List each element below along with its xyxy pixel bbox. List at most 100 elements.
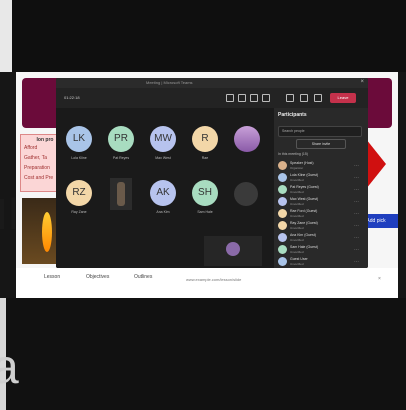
participant-status: Unverified [290,178,304,182]
meeting-toolbar: 01:22:18 Leave [56,88,368,108]
slide-box-line: Gather, Ta [24,155,47,161]
footer-close-icon[interactable]: × [378,276,381,282]
participant-tile[interactable] [230,122,264,166]
participant-avatar [278,185,287,194]
avatar: PR [108,126,134,152]
background-text-bottom: a [0,341,19,394]
meeting-timer: 01:22:18 [64,95,80,100]
participant-name: Speaker (Host) [290,161,314,165]
avatar: AK [150,180,176,206]
participant-name: Guest User [290,257,308,261]
participants-panel: Participants Search people Share invite … [274,108,368,268]
avatar: LK [66,126,92,152]
share-invite-button[interactable]: Share invite [296,139,346,149]
participant-avatar [278,161,287,170]
teams-meeting-window: Meeting | Microsoft Teams × 01:22:18 Lea… [56,78,368,268]
participant-tile[interactable]: MW Max West [146,122,180,166]
participant-name: Ray Zane (Guest) [290,221,318,225]
participant-status: Organizer [290,166,304,170]
slide-box-line: Afford [24,145,38,151]
photo-frame-top [0,0,406,72]
window-titlebar: Meeting | Microsoft Teams × [56,78,368,88]
panel-title: Participants [278,112,307,118]
participant-status: Unverified [290,190,304,194]
footer-link-objectives[interactable]: Objectives [86,274,109,280]
window-title: Meeting | Microsoft Teams [146,80,193,85]
more-options-icon[interactable]: ⋯ [354,211,359,217]
more-options-icon[interactable]: ⋯ [354,235,359,241]
more-options-icon[interactable]: ⋯ [354,163,359,169]
avatar: SH [192,180,218,206]
participant-row[interactable]: Guest User Unverified ⋯ [278,256,364,268]
participant-tile[interactable]: AK Ana Kim [146,176,180,220]
footer-url: www.example.com/lesson/slide [186,277,242,282]
participant-search-input[interactable]: Search people [278,126,362,137]
participant-tile[interactable]: R Rae [188,122,222,166]
participant-name: Max West (Guest) [290,197,319,201]
slide-footer: Lesson Objectives Outlines www.example.c… [16,268,398,298]
footer-link-lesson[interactable]: Lesson [44,274,60,280]
in-meeting-header[interactable]: In this meeting (15) [278,152,308,156]
camera-icon[interactable] [286,94,294,102]
participant-status: Unverified [290,226,304,230]
slide-box-line: Preparation [24,165,50,171]
participant-name: Max West [155,156,171,160]
participant-name: Pat Reyes (Guest) [290,185,319,189]
leave-button[interactable]: Leave [330,93,356,103]
microphone-icon[interactable] [300,94,308,102]
participant-avatar [278,233,287,242]
participant-name: Ana Kim (Guest) [290,233,316,237]
window-close-icon[interactable]: × [360,79,364,85]
participant-tile[interactable]: RZ Ray Zane [62,176,96,220]
slide-box-line: Cost and Pre [24,175,54,181]
participant-name: Ray Zane [71,210,87,214]
raise-hand-icon[interactable] [250,94,258,102]
participant-avatar [278,221,287,230]
self-view [204,236,262,266]
more-options-icon[interactable]: ⋯ [354,247,359,253]
participant-tile[interactable]: SH Sam Hale [188,176,222,220]
participant-status: Unverified [290,238,304,242]
person-video [117,182,125,206]
more-participants-button[interactable] [234,182,258,206]
video-grid: LK Lola Kline PR Pat Reyes MW Max West R… [56,108,274,268]
participant-status: Unverified [290,214,304,218]
more-options-icon[interactable]: ⋯ [354,175,359,181]
avatar: RZ [66,180,92,206]
self-avatar [226,242,240,256]
more-options-icon[interactable]: ⋯ [354,187,359,193]
participant-tile[interactable]: LK Lola Kline [62,122,96,166]
search-placeholder: Search people [282,129,305,133]
avatar: MW [150,126,176,152]
flame-image [42,212,52,252]
reactions-icon[interactable] [262,94,270,102]
footer-link-outlines[interactable]: Outlines [134,274,152,280]
participant-name: Rae Ford (Guest) [290,209,318,213]
more-options-icon[interactable]: ⋯ [354,199,359,205]
participant-name: Ana Kim [156,210,170,214]
participant-avatar [278,173,287,182]
participant-name: Sam Hale (Guest) [290,245,319,249]
more-options-icon[interactable]: ⋯ [354,259,359,265]
participant-status: Unverified [290,262,304,266]
participant-name: Rae [201,156,209,160]
participant-video-tile[interactable] [110,178,132,210]
avatar-photo [234,126,260,152]
avatar: R [192,126,218,152]
participant-name: Lola Kline (Guest) [290,173,319,177]
photo-frame-bottom [0,298,406,410]
participant-avatar [278,257,287,266]
participant-status: Unverified [290,202,304,206]
people-icon[interactable] [238,94,246,102]
more-options-icon[interactable]: ⋯ [354,223,359,229]
participant-avatar [278,245,287,254]
participant-name: Lola Kline [71,156,87,160]
participant-name: Pat Reyes [112,156,130,160]
participant-avatar [278,209,287,218]
share-icon[interactable] [314,94,322,102]
participant-name: Sam Hale [197,210,213,214]
participant-avatar [278,197,287,206]
chat-icon[interactable] [226,94,234,102]
participant-tile[interactable]: PR Pat Reyes [104,122,138,166]
participant-status: Unverified [290,250,304,254]
